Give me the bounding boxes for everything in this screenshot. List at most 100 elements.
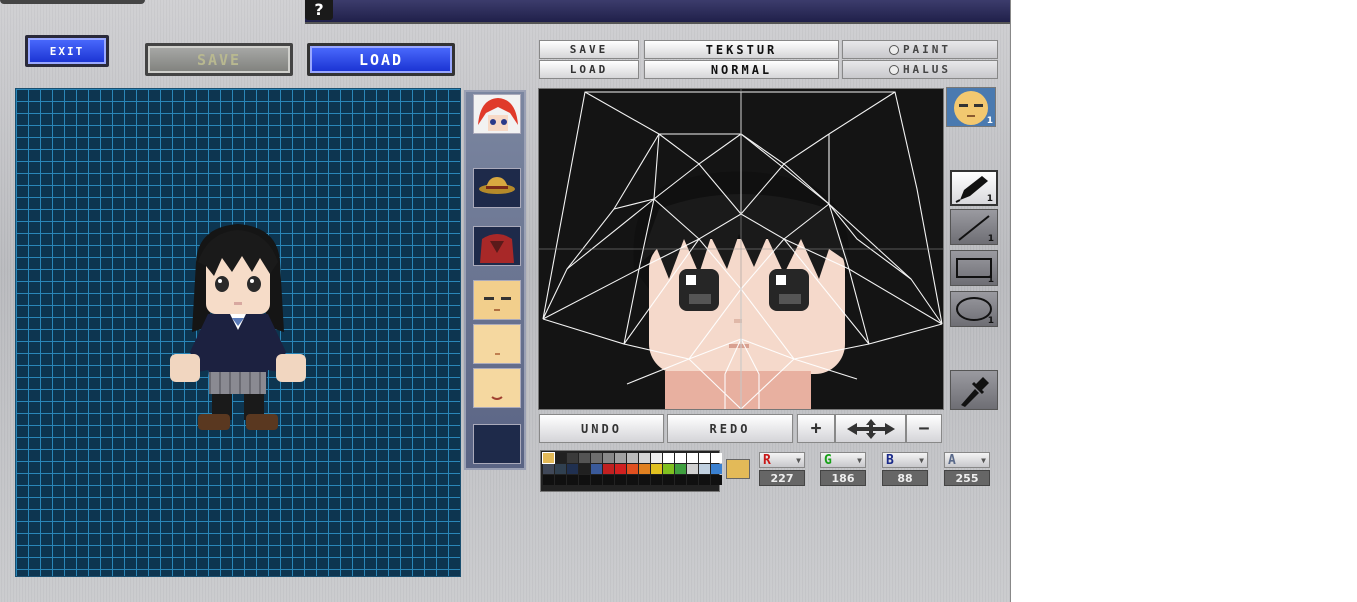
color-swatch[interactable] <box>615 475 626 485</box>
texture-save-tab[interactable]: SAVE <box>539 40 639 59</box>
color-swatch[interactable] <box>687 453 698 463</box>
part-slot-empty[interactable] <box>473 424 521 464</box>
ellipse-tool[interactable]: 1 <box>950 291 998 327</box>
zoom-in-button[interactable]: + <box>797 414 835 443</box>
color-swatch[interactable] <box>615 453 626 463</box>
blue-channel-label: B <box>886 452 894 468</box>
blue-channel-dropdown[interactable]: B ▼ <box>882 452 928 468</box>
part-slot-mouth[interactable] <box>473 368 521 408</box>
color-swatch[interactable] <box>543 464 554 474</box>
color-swatch[interactable] <box>555 464 566 474</box>
part-slot-outfit[interactable] <box>473 226 521 266</box>
alpha-channel: A ▼ 255 <box>944 452 990 486</box>
green-channel-dropdown[interactable]: G ▼ <box>820 452 866 468</box>
zoom-out-button[interactable]: − <box>906 414 942 443</box>
color-swatch[interactable] <box>627 475 638 485</box>
part-slot-eyes[interactable] <box>473 280 521 320</box>
color-swatch[interactable] <box>651 464 662 474</box>
green-dropdown-arrow-icon: ▼ <box>857 455 862 465</box>
help-button[interactable]: ? <box>305 0 333 20</box>
undo-button[interactable]: UNDO <box>539 414 664 443</box>
face-part-icon <box>474 325 520 363</box>
save-button[interactable]: SAVE <box>145 43 293 76</box>
color-swatch[interactable] <box>555 453 566 463</box>
alpha-value[interactable]: 255 <box>944 470 990 486</box>
color-swatch[interactable] <box>663 453 674 463</box>
texture-canvas[interactable] <box>538 88 944 410</box>
color-swatch[interactable] <box>627 464 638 474</box>
load-button[interactable]: LOAD <box>307 43 455 76</box>
part-slot-hat[interactable] <box>473 168 521 208</box>
color-swatch[interactable] <box>651 453 662 463</box>
color-swatch[interactable] <box>699 453 710 463</box>
pen-tool[interactable]: 1 <box>950 170 998 206</box>
color-swatch[interactable] <box>675 453 686 463</box>
color-swatch[interactable] <box>711 464 722 474</box>
color-swatch[interactable] <box>603 464 614 474</box>
red-channel-label: R <box>763 452 771 468</box>
color-swatch[interactable] <box>603 475 614 485</box>
exit-button[interactable]: EXIT <box>25 35 109 67</box>
red-channel-dropdown[interactable]: R ▼ <box>759 452 805 468</box>
rectangle-tool[interactable]: 1 <box>950 250 998 286</box>
top-decoration <box>0 0 145 4</box>
color-swatch[interactable] <box>567 475 578 485</box>
color-swatch[interactable] <box>627 453 638 463</box>
color-swatch[interactable] <box>591 464 602 474</box>
face-preview-thumbnail[interactable]: 1 <box>946 87 996 127</box>
color-swatch[interactable] <box>555 475 566 485</box>
color-swatch[interactable] <box>543 475 554 485</box>
character-model[interactable] <box>168 222 308 432</box>
color-swatch[interactable] <box>711 475 722 485</box>
avatar-editor-window: ? EXIT SAVE LOAD SAVE LOAD TEKSTUR NORMA… <box>0 0 1011 602</box>
red-value[interactable]: 227 <box>759 470 805 486</box>
halus-option-label: HALUS <box>902 63 952 76</box>
parts-list <box>464 90 526 470</box>
color-swatch[interactable] <box>591 453 602 463</box>
texture-load-tab[interactable]: LOAD <box>539 60 639 79</box>
color-swatch[interactable] <box>542 452 555 464</box>
character-figure <box>170 224 306 430</box>
color-swatch[interactable] <box>663 475 674 485</box>
halus-option[interactable]: HALUS <box>842 60 998 79</box>
color-swatch[interactable] <box>675 475 686 485</box>
part-slot-hair[interactable] <box>473 94 521 134</box>
face-texture-image <box>539 89 943 409</box>
color-swatch[interactable] <box>699 475 710 485</box>
color-swatch[interactable] <box>579 453 590 463</box>
hat-part-icon <box>474 169 520 207</box>
color-swatch[interactable] <box>567 464 578 474</box>
halus-radio-icon <box>888 64 899 75</box>
color-swatch[interactable] <box>639 475 650 485</box>
green-value[interactable]: 186 <box>820 470 866 486</box>
tekstur-tab[interactable]: TEKSTUR <box>644 40 839 59</box>
color-swatch[interactable] <box>567 453 578 463</box>
color-swatch[interactable] <box>591 475 602 485</box>
color-swatch[interactable] <box>687 475 698 485</box>
line-tool[interactable]: 1 <box>950 209 998 245</box>
outfit-part-icon <box>474 227 520 265</box>
color-swatch[interactable] <box>687 464 698 474</box>
color-swatch[interactable] <box>663 464 674 474</box>
ellipse-tool-count: 1 <box>987 316 994 326</box>
color-swatch[interactable] <box>579 464 590 474</box>
pan-button[interactable] <box>835 414 906 443</box>
blue-value[interactable]: 88 <box>882 470 928 486</box>
color-swatch[interactable] <box>639 464 650 474</box>
color-swatch[interactable] <box>651 475 662 485</box>
alpha-dropdown-arrow-icon: ▼ <box>981 455 986 465</box>
eyedropper-tool[interactable] <box>950 370 998 410</box>
redo-button[interactable]: REDO <box>667 414 793 443</box>
alpha-channel-dropdown[interactable]: A ▼ <box>944 452 990 468</box>
paint-radio-icon <box>888 44 899 55</box>
color-swatch[interactable] <box>711 453 722 463</box>
color-swatch[interactable] <box>603 453 614 463</box>
part-slot-face[interactable] <box>473 324 521 364</box>
color-swatch[interactable] <box>639 453 650 463</box>
paint-option[interactable]: PAINT <box>842 40 998 59</box>
color-swatch[interactable] <box>675 464 686 474</box>
color-swatch[interactable] <box>699 464 710 474</box>
color-swatch[interactable] <box>615 464 626 474</box>
normal-tab[interactable]: NORMAL <box>644 60 839 79</box>
color-swatch[interactable] <box>579 475 590 485</box>
